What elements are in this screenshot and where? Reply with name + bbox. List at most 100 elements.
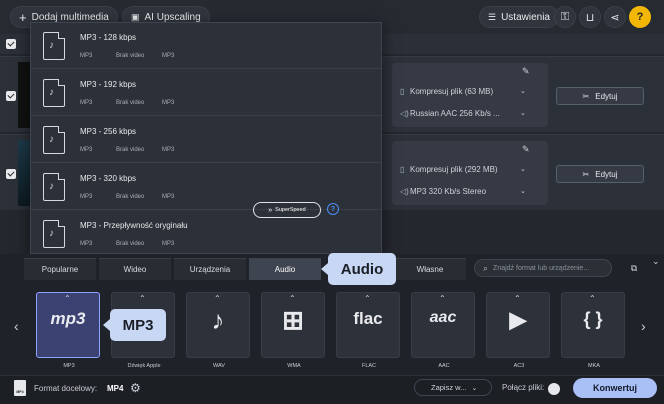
format-aac[interactable]: ⌃ aac AAC [411,292,475,369]
select-all-checkbox[interactable] [6,39,16,49]
preset-title: MP3 - Przepływność oryginału [80,221,188,230]
file-thumbnail [18,140,30,206]
preset-container: MP3 [162,147,175,153]
tab-video[interactable]: Wideo [99,258,171,280]
preset-audio-codec: MP3 [80,194,93,200]
caret-up-icon: ⌃ [64,294,71,303]
target-format-value[interactable]: MP4 [107,384,123,393]
audio-file-icon [43,32,65,60]
tab-devices[interactable]: Urządzenia [174,258,246,280]
play-circle-icon: ▶ [509,307,527,332]
preset-video: Brak video [116,53,145,59]
file-size-icon: ▯ [400,165,405,174]
scroll-left-icon[interactable]: ‹ [14,318,19,334]
format-label: FLAC [361,363,377,369]
preset-item[interactable]: MP3 - 256 kbps MP3 Brak video MP3 [31,117,381,163]
chevron-down-icon[interactable]: ⌄ [520,165,526,173]
format-label: AC3 [513,363,525,369]
audio-tooltip: Audio [321,253,396,285]
tab-custom[interactable]: Własne [394,258,466,280]
file-thumbnail [18,62,30,128]
preset-item[interactable]: MP3 - 192 kbps MP3 Brak video MP3 [31,70,381,116]
mp3-tooltip: MP3 [103,309,166,341]
scissors-icon: ✂ [582,169,590,179]
format-label: AAC [438,363,450,369]
format-settings-icon[interactable]: ⧉ [626,260,642,276]
gear-icon[interactable]: ⚙ [130,381,141,395]
preset-item[interactable]: MP3 - Przepływność oryginału MP3 Brak vi… [31,211,381,257]
file-checkbox[interactable] [6,169,16,179]
format-label: WAV [213,363,225,369]
convert-button[interactable]: Konwertuj [573,378,657,398]
preset-video: Brak video [116,241,145,247]
format-mp3[interactable]: ⌃ mp3 MP3 [36,292,100,369]
save-to-dropdown[interactable]: Zapisz w... ⌄ [414,379,492,396]
preset-video: Brak video [116,147,145,153]
help-label: ? [636,11,644,23]
format-flac[interactable]: ⌃ flac FLAC [336,292,400,369]
edit-button[interactable]: ✂ Edytuj [556,165,644,183]
edit-label: Edytuj [595,169,618,179]
format-label: WMA [287,363,301,369]
target-file-icon: MP4 [14,380,26,396]
preset-item[interactable]: MP3 - 128 kbps MP3 Brak video MP3 [31,23,381,69]
collapse-chevron-icon[interactable]: ⌄ [652,256,660,267]
tab-audio[interactable]: Audio [249,258,321,280]
info-icon[interactable]: ? [327,203,339,215]
flac-icon: flac [353,309,383,328]
braces-icon: { } [583,309,603,329]
cart-button[interactable]: ⊔ [579,6,601,28]
upscaling-icon: ▣ [131,11,140,22]
caret-up-icon: ⌃ [439,294,446,303]
footer-bar [0,375,664,404]
format-ac3[interactable]: ⌃ ▶ AC3 [486,292,550,369]
key-button[interactable]: ⚿ [554,6,576,28]
compress-option[interactable]: Kompresuj plik (63 MB) [410,87,493,96]
preset-item[interactable]: MP3 - 320 kbps MP3 Brak video MP3 [31,164,381,210]
preset-title: MP3 - 128 kbps [80,33,137,42]
edit-button[interactable]: ✂ Edytuj [556,87,644,105]
ai-upscaling-label: AI Upscaling [144,11,201,23]
settings-button[interactable]: ☰ Ustawienia [479,6,559,28]
chevron-down-icon[interactable]: ⌄ [520,109,526,117]
audio-file-icon [43,79,65,107]
preset-container: MP3 [162,194,175,200]
pencil-icon[interactable]: ✎ [522,144,530,155]
preset-dropdown: MP3 - 128 kbps MP3 Brak video MP3 MP3 - … [30,22,382,254]
compress-option[interactable]: Kompresuj plik (292 MB) [410,165,498,174]
merge-files-label: Połącz pliki: [502,383,545,392]
chevron-down-icon[interactable]: ⌄ [520,187,526,195]
add-media-label: Dodaj multimedia [31,11,109,23]
tab-popular[interactable]: Popularne [24,258,96,280]
share-button[interactable]: ⋖ [604,6,626,28]
caret-up-icon: ⌃ [289,294,296,303]
merge-files-toggle[interactable] [548,383,560,395]
key-icon: ⚿ [560,10,570,23]
audio-track-option[interactable]: MP3 320 Kb/s Stereo [410,187,486,196]
chevron-down-icon[interactable]: ⌄ [520,87,526,95]
format-wav[interactable]: ⌃ ♪ WAV [186,292,250,369]
format-wma[interactable]: ⌃ ⊞ WMA [261,292,325,369]
pencil-icon[interactable]: ✎ [522,66,530,77]
caret-up-icon: ⌃ [214,294,221,303]
cart-icon: ⊔ [585,11,595,24]
scroll-right-icon[interactable]: › [641,318,646,334]
preset-audio-codec: MP3 [80,53,93,59]
share-icon: ⋖ [610,11,620,24]
speaker-icon: ◁) [400,187,409,196]
format-search-input[interactable]: ⌕ Znajdź format lub urządzenie... [474,259,612,277]
file-size-icon: ▯ [400,87,405,96]
search-placeholder: Znajdź format lub urządzenie... [493,264,590,272]
caret-up-icon: ⌃ [364,294,371,303]
help-button[interactable]: ? [629,6,651,28]
file-checkbox[interactable] [6,91,16,101]
preset-audio-codec: MP3 [80,241,93,247]
audio-file-icon [43,220,65,248]
plus-icon: + [19,9,27,25]
preset-video: Brak video [116,100,145,106]
format-mka[interactable]: ⌃ { } MKA [561,292,625,369]
audio-track-option[interactable]: Russian AAC 256 Kb/s ... [410,109,500,118]
audio-file-icon [43,126,65,154]
preset-title: MP3 - 192 kbps [80,80,137,89]
settings-label: Ustawienia [501,11,550,23]
